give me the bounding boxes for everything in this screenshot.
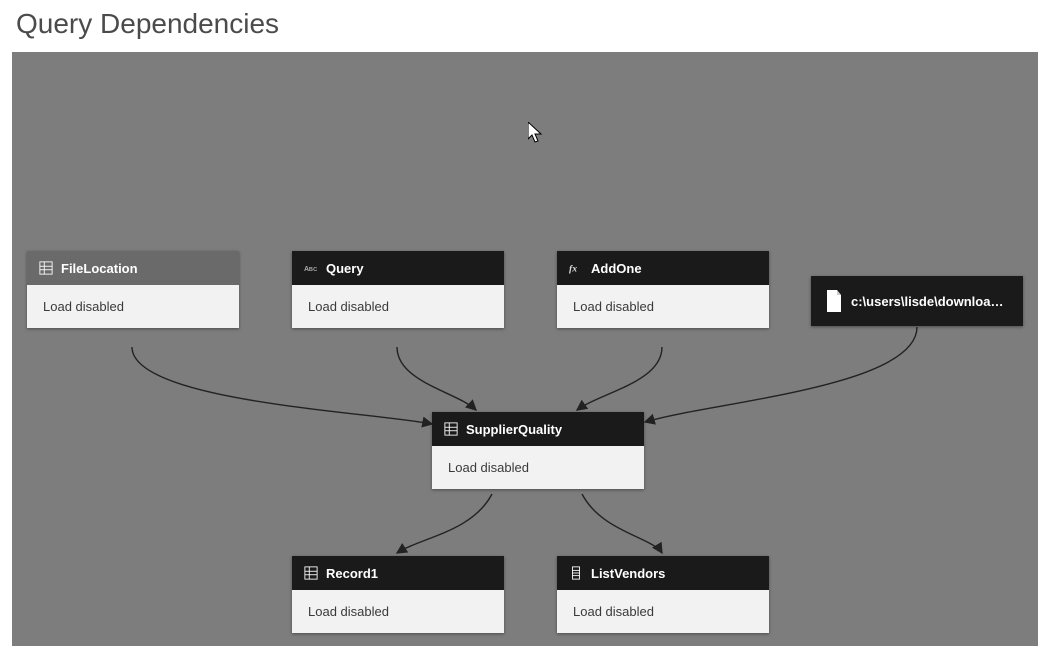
node-file-location[interactable]: FileLocation Load disabled xyxy=(27,251,239,328)
node-label: c:\users\lisde\downloads... xyxy=(851,294,1009,309)
node-header[interactable]: c:\users\lisde\downloads... xyxy=(811,276,1023,326)
svg-text:B: B xyxy=(309,267,313,273)
table-icon xyxy=(444,422,458,436)
list-icon xyxy=(569,566,583,580)
node-header[interactable]: FileLocation xyxy=(27,251,239,285)
node-header[interactable]: ABC Query xyxy=(292,251,504,285)
node-supplier-quality[interactable]: SupplierQuality Load disabled xyxy=(432,412,644,489)
svg-text:fx: fx xyxy=(569,264,577,275)
connectors xyxy=(12,52,1038,646)
node-label: FileLocation xyxy=(61,261,227,276)
page-title: Query Dependencies xyxy=(0,0,1050,52)
node-record1[interactable]: Record1 Load disabled xyxy=(292,556,504,633)
node-label: AddOne xyxy=(591,261,757,276)
node-status: Load disabled xyxy=(27,285,239,328)
fx-icon: fx xyxy=(569,261,583,275)
node-header[interactable]: Record1 xyxy=(292,556,504,590)
node-label: ListVendors xyxy=(591,566,757,581)
node-header[interactable]: ListVendors xyxy=(557,556,769,590)
node-status: Load disabled xyxy=(292,590,504,633)
mouse-cursor xyxy=(528,122,546,151)
node-list-vendors[interactable]: ListVendors Load disabled xyxy=(557,556,769,633)
node-header[interactable]: SupplierQuality xyxy=(432,412,644,446)
node-label: Query xyxy=(326,261,492,276)
svg-text:C: C xyxy=(313,267,317,273)
node-status: Load disabled xyxy=(557,590,769,633)
node-label: Record1 xyxy=(326,566,492,581)
node-label: SupplierQuality xyxy=(466,422,632,437)
file-icon xyxy=(825,290,843,312)
node-file-source[interactable]: c:\users\lisde\downloads... xyxy=(811,276,1023,326)
node-header[interactable]: fx AddOne xyxy=(557,251,769,285)
table-icon xyxy=(39,261,53,275)
dependency-canvas[interactable]: FileLocation Load disabled ABC Query Loa… xyxy=(12,52,1038,646)
node-add-one[interactable]: fx AddOne Load disabled xyxy=(557,251,769,328)
node-query[interactable]: ABC Query Load disabled xyxy=(292,251,504,328)
node-status: Load disabled xyxy=(432,446,644,489)
node-status: Load disabled xyxy=(557,285,769,328)
node-status: Load disabled xyxy=(292,285,504,328)
table-icon xyxy=(304,566,318,580)
abc-icon: ABC xyxy=(304,261,318,275)
